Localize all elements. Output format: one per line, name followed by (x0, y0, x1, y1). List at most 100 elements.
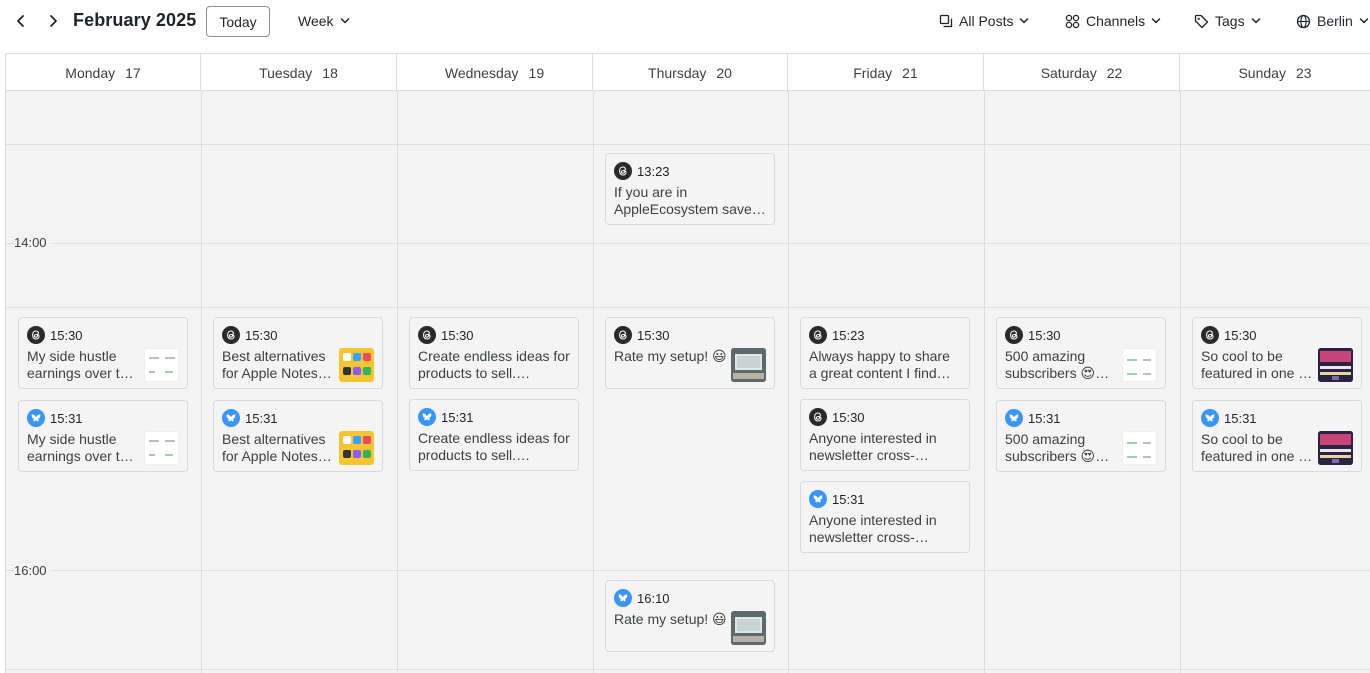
post-text: Create endless ideas for products to sel… (418, 430, 570, 463)
day-header-friday[interactable]: Friday 21 (788, 54, 984, 91)
threads-icon (614, 326, 632, 344)
day-name: Friday (853, 64, 893, 81)
bluesky-icon (809, 490, 827, 508)
chevron-down-icon (1151, 18, 1161, 24)
time-label-14: 14:00 (14, 235, 51, 250)
column-divider (201, 91, 202, 673)
post-text: Best alternatives for Apple Notes… (222, 348, 332, 381)
post-thumbnail (339, 431, 374, 465)
post-time: 15:30 (441, 327, 474, 343)
post-thumbnail (144, 431, 179, 465)
day-header-thursday[interactable]: Thursday 20 (593, 54, 788, 91)
post-text: Rate my setup! 😃 (614, 348, 727, 364)
post-card[interactable]: 15:30 So cool to be featured in one … (1192, 317, 1362, 389)
post-card[interactable]: 15:23 Always happy to share a great cont… (800, 317, 970, 389)
post-text: Always happy to share a great content I … (809, 348, 951, 381)
today-button[interactable]: Today (206, 6, 270, 37)
next-week-button[interactable] (41, 9, 65, 33)
post-card[interactable]: 15:31 Best alternatives for Apple Notes… (213, 400, 383, 472)
posts-filter-dropdown[interactable]: All Posts (939, 10, 1029, 32)
post-card[interactable]: 15:30 My side hustle earnings over t… (18, 317, 188, 389)
day-name: Wednesday (444, 64, 519, 81)
post-text: 500 amazing subscribers 😍… (1005, 348, 1110, 381)
post-card[interactable]: 15:30 Anyone interested in newsletter cr… (800, 399, 970, 471)
post-thumbnail (731, 348, 766, 382)
post-card[interactable]: 15:30 Rate my setup! 😃 (605, 317, 775, 389)
bluesky-icon (614, 589, 632, 607)
post-card[interactable]: 15:30 Best alternatives for Apple Notes… (213, 317, 383, 389)
threads-icon (809, 408, 827, 426)
post-time: 15:31 (1028, 410, 1061, 426)
threads-icon (418, 326, 436, 344)
post-card[interactable]: 15:31 500 amazing subscribers 😍… (996, 400, 1166, 472)
post-text: Anyone interested in newsletter cross-… (809, 430, 937, 463)
previous-week-button[interactable] (9, 9, 33, 33)
bluesky-icon (418, 408, 436, 426)
day-name: Tuesday (259, 64, 313, 81)
post-time: 13:23 (637, 163, 670, 179)
post-time: 15:31 (1224, 410, 1257, 426)
timezone-dropdown[interactable]: Berlin (1296, 10, 1369, 32)
bluesky-icon (1201, 409, 1219, 427)
day-name: Sunday (1238, 64, 1286, 81)
day-header-wednesday[interactable]: Wednesday 19 (397, 54, 593, 91)
day-header-tuesday[interactable]: Tuesday 18 (201, 54, 397, 91)
view-select[interactable]: Week (298, 10, 350, 32)
post-thumbnail (1122, 431, 1157, 465)
column-divider (788, 91, 789, 673)
post-thumbnail (1318, 348, 1353, 382)
grid-line (6, 669, 1370, 670)
chevron-down-icon (1020, 18, 1029, 24)
chevron-down-icon (1251, 18, 1260, 24)
chevron-down-icon (340, 18, 349, 24)
day-header-sunday[interactable]: Sunday 23 (1180, 54, 1370, 91)
post-card[interactable]: 15:31 So cool to be featured in one … (1192, 400, 1362, 472)
column-divider (397, 91, 398, 673)
threads-icon (614, 162, 632, 180)
post-card[interactable]: 16:10 Rate my setup! 😃 (605, 580, 775, 652)
post-text: Rate my setup! 😃 (614, 611, 727, 627)
day-number: 18 (322, 64, 338, 81)
threads-icon (27, 326, 45, 344)
post-thumbnail (144, 348, 179, 382)
post-time: 15:23 (832, 327, 865, 343)
day-name: Monday (65, 64, 116, 81)
post-text: My side hustle earnings over t… (27, 348, 134, 381)
day-name: Saturday (1040, 64, 1097, 81)
day-header-saturday[interactable]: Saturday 22 (984, 54, 1180, 91)
calendar-title: February 2025 (73, 10, 197, 30)
grid-line (6, 144, 1370, 145)
bluesky-icon (222, 409, 240, 427)
copy-icon (939, 14, 953, 28)
chevron-down-icon (1359, 18, 1369, 24)
post-text: If you are in AppleEcosystem save… (614, 184, 766, 217)
post-text: So cool to be featured in one … (1201, 348, 1313, 381)
day-header-monday[interactable]: Monday 17 (6, 54, 201, 91)
tags-label: Tags (1215, 13, 1245, 29)
chevron-left-icon (17, 15, 24, 27)
post-card[interactable]: 15:31 My side hustle earnings over t… (18, 400, 188, 472)
post-card[interactable]: 15:30 Create endless ideas for products … (409, 317, 579, 389)
post-card[interactable]: 15:31 Anyone interested in newsletter cr… (800, 481, 970, 553)
post-time: 15:30 (50, 327, 83, 343)
post-text: So cool to be featured in one … (1201, 431, 1313, 464)
column-divider (984, 91, 985, 673)
tags-dropdown[interactable]: Tags (1194, 10, 1261, 32)
post-thumbnail (339, 348, 374, 382)
post-thumbnail (1318, 431, 1353, 465)
grid-line (6, 570, 1370, 571)
threads-icon (1201, 326, 1219, 344)
time-grid-body[interactable]: 14:00 16:00 13:23 If you are in AppleEco… (6, 91, 1370, 673)
day-number: 17 (125, 64, 141, 81)
channels-dropdown[interactable]: Channels (1065, 10, 1161, 32)
post-time: 15:30 (245, 327, 278, 343)
post-card[interactable]: 15:30 500 amazing subscribers 😍… (996, 317, 1166, 389)
post-text: Best alternatives for Apple Notes… (222, 431, 332, 464)
channels-label: Channels (1086, 13, 1146, 29)
post-card[interactable]: 15:31 Create endless ideas for products … (409, 399, 579, 471)
post-time: 15:31 (441, 409, 474, 425)
post-card[interactable]: 13:23 If you are in AppleEcosystem save… (605, 153, 775, 225)
day-header-row: Monday 17 Tuesday 18 Wednesday 19 Thursday 2… (6, 54, 1370, 91)
globe-icon (1296, 14, 1311, 28)
post-text: 500 amazing subscribers 😍… (1005, 431, 1110, 464)
